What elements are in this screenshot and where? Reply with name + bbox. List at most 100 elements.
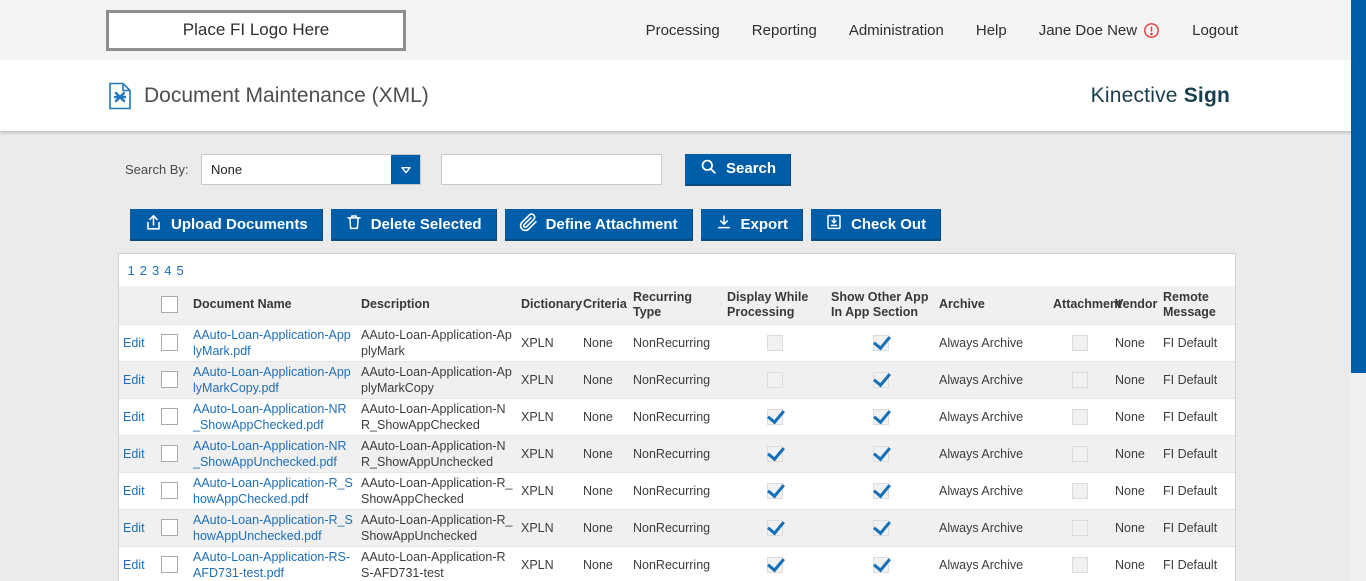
paperclip-icon [519, 213, 538, 236]
col-archive: Archive [935, 286, 1049, 324]
upload-documents-button[interactable]: Upload Documents [130, 209, 323, 241]
recurring-type-cell: NonRecurring [629, 546, 723, 581]
attachment-checkbox[interactable] [1072, 483, 1088, 499]
nav-help[interactable]: Help [976, 22, 1007, 39]
description-cell: AAuto-Loan-Application-ApplyMarkCopy [357, 361, 517, 398]
document-name-link[interactable]: AAuto-Loan-Application-R_ShowAppChecked.… [193, 476, 353, 506]
show-other-app-checkbox[interactable] [873, 446, 889, 462]
define-attachment-label: Define Attachment [546, 216, 678, 233]
document-name-link[interactable]: AAuto-Loan-Application-NR_ShowAppChecked… [193, 402, 347, 432]
dictionary-cell: XPLN [517, 398, 579, 435]
remote-message-cell: FI Default [1159, 472, 1235, 509]
fi-logo-text: Place FI Logo Here [183, 20, 329, 40]
alert-circle-icon[interactable] [1143, 22, 1160, 39]
nav-user[interactable]: Jane Doe New [1039, 22, 1160, 39]
check-out-button[interactable]: Check Out [811, 209, 941, 241]
nav-reporting[interactable]: Reporting [752, 22, 817, 39]
show-other-app-checkbox[interactable] [873, 557, 889, 573]
define-attachment-button[interactable]: Define Attachment [505, 209, 693, 241]
page-link-3[interactable]: 3 [152, 263, 159, 278]
display-while-processing-checkbox[interactable] [767, 409, 783, 425]
edit-link[interactable]: Edit [123, 521, 145, 535]
show-other-app-checkbox[interactable] [873, 483, 889, 499]
edit-link[interactable]: Edit [123, 447, 145, 461]
recurring-type-cell: NonRecurring [629, 509, 723, 546]
scrollbar-thumb[interactable] [1351, 0, 1366, 373]
upload-icon [144, 213, 163, 236]
select-all-header [157, 286, 189, 324]
row-select-checkbox[interactable] [161, 482, 178, 499]
search-by-dropdown[interactable]: None [201, 154, 421, 185]
recurring-type-cell: NonRecurring [629, 398, 723, 435]
documents-table-container: 12345 Document Name Description Dictiona… [118, 253, 1236, 581]
show-other-app-checkbox[interactable] [873, 335, 889, 351]
display-while-processing-checkbox[interactable] [767, 335, 783, 351]
remote-message-cell: FI Default [1159, 398, 1235, 435]
remote-message-cell: FI Default [1159, 509, 1235, 546]
row-select-checkbox[interactable] [161, 334, 178, 351]
criteria-cell: None [579, 435, 629, 472]
page-link-2[interactable]: 2 [140, 263, 147, 278]
row-select-checkbox[interactable] [161, 519, 178, 536]
top-navigation: Place FI Logo Here Processing Reporting … [0, 0, 1366, 60]
attachment-checkbox[interactable] [1072, 520, 1088, 536]
criteria-cell: None [579, 546, 629, 581]
display-while-processing-checkbox[interactable] [767, 372, 783, 388]
edit-link[interactable]: Edit [123, 410, 145, 424]
archive-cell: Always Archive [935, 472, 1049, 509]
document-name-link[interactable]: AAuto-Loan-Application-NR_ShowAppUncheck… [193, 439, 347, 469]
page-title: Document Maintenance (XML) [144, 84, 429, 108]
edit-link[interactable]: Edit [123, 373, 145, 387]
nav-processing[interactable]: Processing [646, 22, 720, 39]
attachment-checkbox[interactable] [1072, 372, 1088, 388]
chevron-down-icon[interactable] [391, 155, 420, 184]
attachment-checkbox[interactable] [1072, 446, 1088, 462]
search-button[interactable]: Search [685, 154, 791, 186]
nav-administration[interactable]: Administration [849, 22, 944, 39]
vendor-cell: None [1111, 361, 1159, 398]
vertical-scrollbar[interactable] [1351, 0, 1366, 581]
col-attachment: Attachment [1049, 286, 1111, 324]
row-select-checkbox[interactable] [161, 408, 178, 425]
edit-link[interactable]: Edit [123, 558, 145, 572]
document-name-link[interactable]: AAuto-Loan-Application-ApplyMark.pdf [193, 328, 351, 358]
attachment-checkbox[interactable] [1072, 335, 1088, 351]
document-name-link[interactable]: AAuto-Loan-Application-R_ShowAppUnchecke… [193, 513, 353, 543]
export-button[interactable]: Export [701, 209, 804, 241]
edit-link[interactable]: Edit [123, 484, 145, 498]
search-input[interactable] [441, 154, 662, 185]
recurring-type-cell: NonRecurring [629, 435, 723, 472]
download-icon [715, 213, 733, 235]
select-all-checkbox[interactable] [161, 296, 178, 313]
document-name-link[interactable]: AAuto-Loan-Application-RS-AFD731-test.pd… [193, 550, 350, 580]
show-other-app-checkbox[interactable] [873, 409, 889, 425]
row-select-checkbox[interactable] [161, 445, 178, 462]
display-while-processing-checkbox[interactable] [767, 483, 783, 499]
display-while-processing-checkbox[interactable] [767, 446, 783, 462]
attachment-checkbox[interactable] [1072, 557, 1088, 573]
nav-logout[interactable]: Logout [1192, 22, 1238, 39]
attachment-checkbox[interactable] [1072, 409, 1088, 425]
display-while-processing-checkbox[interactable] [767, 520, 783, 536]
table-row: Edit AAuto-Loan-Application-RS-AFD731-te… [119, 546, 1235, 581]
xml-document-icon [108, 82, 132, 110]
dictionary-cell: XPLN [517, 324, 579, 361]
page-link-1[interactable]: 1 [128, 263, 135, 278]
brand-sign: Sign [1184, 84, 1230, 107]
display-while-processing-checkbox[interactable] [767, 557, 783, 573]
document-name-link[interactable]: AAuto-Loan-Application-ApplyMarkCopy.pdf [193, 365, 351, 395]
row-select-checkbox[interactable] [161, 556, 178, 573]
edit-link[interactable]: Edit [123, 336, 145, 350]
table-row: Edit AAuto-Loan-Application-ApplyMarkCop… [119, 361, 1235, 398]
page-link-4[interactable]: 4 [164, 263, 171, 278]
document-actions-toolbar: Upload Documents Delete Selected Define … [130, 209, 1366, 241]
vendor-cell: None [1111, 435, 1159, 472]
delete-selected-button[interactable]: Delete Selected [331, 209, 497, 241]
row-select-checkbox[interactable] [161, 371, 178, 388]
page-link-5[interactable]: 5 [176, 263, 183, 278]
dictionary-cell: XPLN [517, 361, 579, 398]
trash-icon [345, 213, 363, 235]
show-other-app-checkbox[interactable] [873, 520, 889, 536]
show-other-app-checkbox[interactable] [873, 372, 889, 388]
vendor-cell: None [1111, 398, 1159, 435]
